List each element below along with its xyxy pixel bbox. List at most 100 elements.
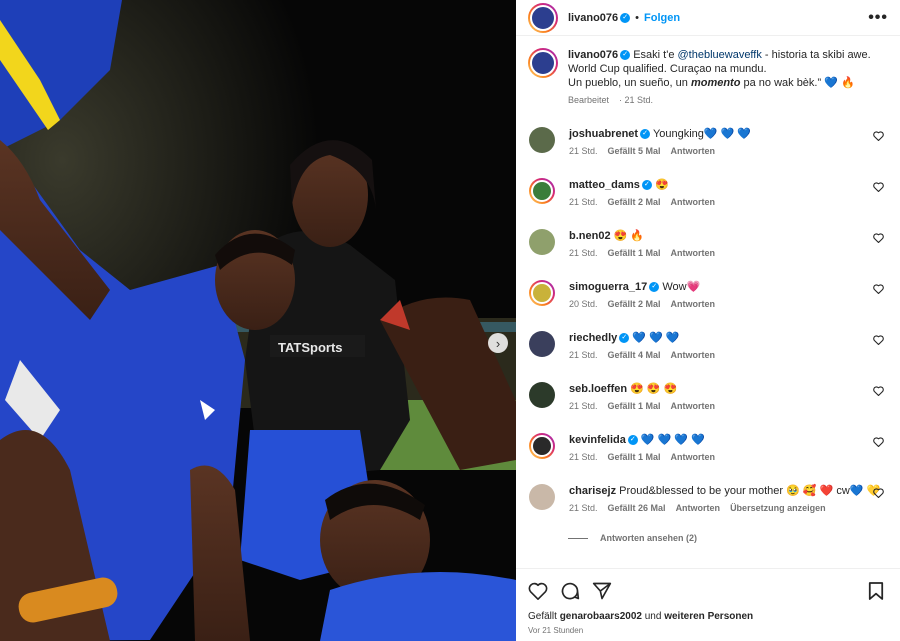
heart-icon[interactable] xyxy=(528,582,548,600)
liked-by-others[interactable]: weiteren Personen xyxy=(664,611,753,622)
verified-badge-icon: ✓ xyxy=(640,129,651,140)
comment-heart-icon[interactable] xyxy=(873,284,884,294)
follow-button[interactable]: Folgen xyxy=(644,12,680,24)
view-replies-button[interactable]: Antworten ansehen (2) xyxy=(568,533,888,543)
comments-list[interactable]: livano076 ✓ Esaki t'e @thebluewaveffk - h… xyxy=(516,36,900,568)
comment-heart-icon[interactable] xyxy=(873,233,884,243)
comment-text: 💙 💙 💙 xyxy=(632,332,680,344)
commenter-avatar[interactable] xyxy=(529,280,555,306)
reply-button[interactable]: Antworten xyxy=(671,146,716,156)
comment-item: kevinfelida ✓ 💙 💙 💙 💙 21 Std. Gefällt 1 Mal… xyxy=(528,433,888,468)
comment-likes[interactable]: Gefällt 4 Mal xyxy=(608,350,661,360)
comment-meta: 21 Std. Gefällt 5 Mal Antworten xyxy=(569,146,888,156)
comment-item: riechedly ✓ 💙 💙 💙 21 Std. Gefällt 4 Mal Antw… xyxy=(528,331,888,366)
caption-mention-link[interactable]: @thebluewaveffk xyxy=(678,49,762,61)
action-row xyxy=(528,579,888,603)
comment-heart-icon[interactable] xyxy=(873,131,884,141)
reply-button[interactable]: Antworten xyxy=(671,299,716,309)
translate-button[interactable]: Übersetzung anzeigen xyxy=(730,503,826,513)
comment-heart-icon[interactable] xyxy=(873,386,884,396)
commenter-username[interactable]: b.nen02 xyxy=(569,230,611,242)
reply-button[interactable]: Antworten xyxy=(671,401,716,411)
reply-button[interactable]: Antworten xyxy=(671,248,716,258)
liked-by-user[interactable]: genarobaars2002 xyxy=(560,611,642,622)
comment-likes[interactable]: Gefällt 1 Mal xyxy=(608,401,661,411)
comment-item: joshuabrenet ✓ Youngking💙 💙 💙 21 Std. Gefäl… xyxy=(528,127,888,162)
commenter-username[interactable]: charisejz xyxy=(569,485,616,497)
verified-badge-icon: ✓ xyxy=(649,282,660,293)
more-options-icon[interactable]: ••• xyxy=(868,9,888,27)
commenter-username[interactable]: seb.loeffen xyxy=(569,383,627,395)
comment-item: matteo_dams ✓ 😍 21 Std. Gefällt 2 Mal Antwor… xyxy=(528,178,888,213)
commenter-username[interactable]: kevinfelida xyxy=(569,434,626,446)
comment-item: simoguerra_17 ✓ Wow💗 20 Std. Gefällt 2 Mal A… xyxy=(528,280,888,315)
caption-username[interactable]: livano076 xyxy=(568,49,618,61)
comment-line: b.nen02 😍 🔥 xyxy=(569,229,888,243)
comment-container: joshuabrenet ✓ Youngking💙 💙 💙 21 Std. Gefäl… xyxy=(528,127,888,519)
comment-body: charisejz Proud&blessed to be your mothe… xyxy=(569,484,888,519)
svg-text:TATSports: TATSports xyxy=(278,340,343,355)
author-avatar[interactable] xyxy=(528,2,558,33)
share-icon[interactable] xyxy=(592,581,612,601)
comment-time: 21 Std. xyxy=(569,146,598,156)
comment-meta: 21 Std. Gefällt 2 Mal Antworten xyxy=(569,197,888,207)
caption-avatar[interactable] xyxy=(528,48,558,78)
comment-time: 21 Std. xyxy=(569,350,598,360)
commenter-avatar[interactable] xyxy=(529,433,555,459)
caption-line3-em: momento xyxy=(690,77,741,89)
comment-text: Wow💗 xyxy=(662,281,701,293)
comment-heart-icon[interactable] xyxy=(873,437,884,447)
reply-button[interactable]: Antworten xyxy=(671,197,716,207)
commenter-avatar[interactable] xyxy=(529,229,555,255)
post-caption: livano076 ✓ Esaki t'e @thebluewaveffk - h… xyxy=(528,48,888,105)
commenter-username[interactable]: joshuabrenet xyxy=(569,128,638,140)
commenter-username[interactable]: simoguerra_17 xyxy=(569,281,647,293)
comment-text: 💙 💙 💙 💙 xyxy=(640,434,705,446)
commenter-avatar[interactable] xyxy=(529,382,555,408)
comment-icon[interactable] xyxy=(560,581,580,601)
likes-prefix: Gefällt xyxy=(528,611,560,622)
comment-line: joshuabrenet ✓ Youngking💙 💙 💙 xyxy=(569,127,888,141)
comment-line: charisejz Proud&blessed to be your mothe… xyxy=(569,484,888,498)
comment-time: 21 Std. xyxy=(569,503,598,513)
comment-heart-icon[interactable] xyxy=(873,335,884,345)
caption-line3-after: pa no wak bèk.” 💙 🔥 xyxy=(740,77,855,89)
comment-line: kevinfelida ✓ 💙 💙 💙 💙 xyxy=(569,433,888,447)
caption-meta: Bearbeitet · 21 Std. xyxy=(568,95,654,105)
comment-meta: 21 Std. Gefällt 4 Mal Antworten xyxy=(569,350,888,360)
comment-likes[interactable]: Gefällt 5 Mal xyxy=(608,146,661,156)
comment-likes[interactable]: Gefällt 1 Mal xyxy=(608,248,661,258)
chevron-right-icon[interactable]: › xyxy=(488,333,508,353)
comment-text: Youngking💙 💙 💙 xyxy=(652,128,752,140)
comment-body: matteo_dams ✓ 😍 21 Std. Gefällt 2 Mal Antwor… xyxy=(569,178,888,213)
commenter-avatar[interactable] xyxy=(529,178,555,204)
comment-line: riechedly ✓ 💙 💙 💙 xyxy=(569,331,888,345)
commenter-avatar[interactable] xyxy=(529,127,555,153)
comment-heart-icon[interactable] xyxy=(873,488,884,498)
author-username[interactable]: livano076 xyxy=(568,12,618,24)
verified-badge-icon: ✓ xyxy=(620,12,631,23)
likes-summary: Gefällt genarobaars2002 und weiteren Per… xyxy=(528,611,888,622)
verified-badge-icon: ✓ xyxy=(627,435,638,446)
verified-badge-icon: ✓ xyxy=(619,333,630,344)
verified-badge-icon: ✓ xyxy=(641,180,652,191)
reply-button[interactable]: Antworten xyxy=(671,452,716,462)
commenter-username[interactable]: riechedly xyxy=(569,332,617,344)
comment-item: charisejz Proud&blessed to be your mothe… xyxy=(528,484,888,519)
comment-heart-icon[interactable] xyxy=(873,182,884,192)
reply-button[interactable]: Antworten xyxy=(676,503,721,513)
comment-text: 😍 🔥 xyxy=(613,230,645,242)
comment-likes[interactable]: Gefällt 1 Mal xyxy=(608,452,661,462)
comment-time: 20 Std. xyxy=(569,299,598,309)
action-bar: Gefällt genarobaars2002 und weiteren Per… xyxy=(516,568,900,641)
comment-likes[interactable]: Gefällt 26 Mal xyxy=(608,503,666,513)
comment-likes[interactable]: Gefällt 2 Mal xyxy=(608,299,661,309)
comment-time: 21 Std. xyxy=(569,401,598,411)
commenter-username[interactable]: matteo_dams xyxy=(569,179,640,191)
comment-likes[interactable]: Gefällt 2 Mal xyxy=(608,197,661,207)
bookmark-icon[interactable] xyxy=(868,581,884,601)
reply-button[interactable]: Antworten xyxy=(671,350,716,360)
commenter-avatar[interactable] xyxy=(529,331,555,357)
commenter-avatar[interactable] xyxy=(529,484,555,510)
post-media[interactable]: TATSports › xyxy=(0,0,516,641)
